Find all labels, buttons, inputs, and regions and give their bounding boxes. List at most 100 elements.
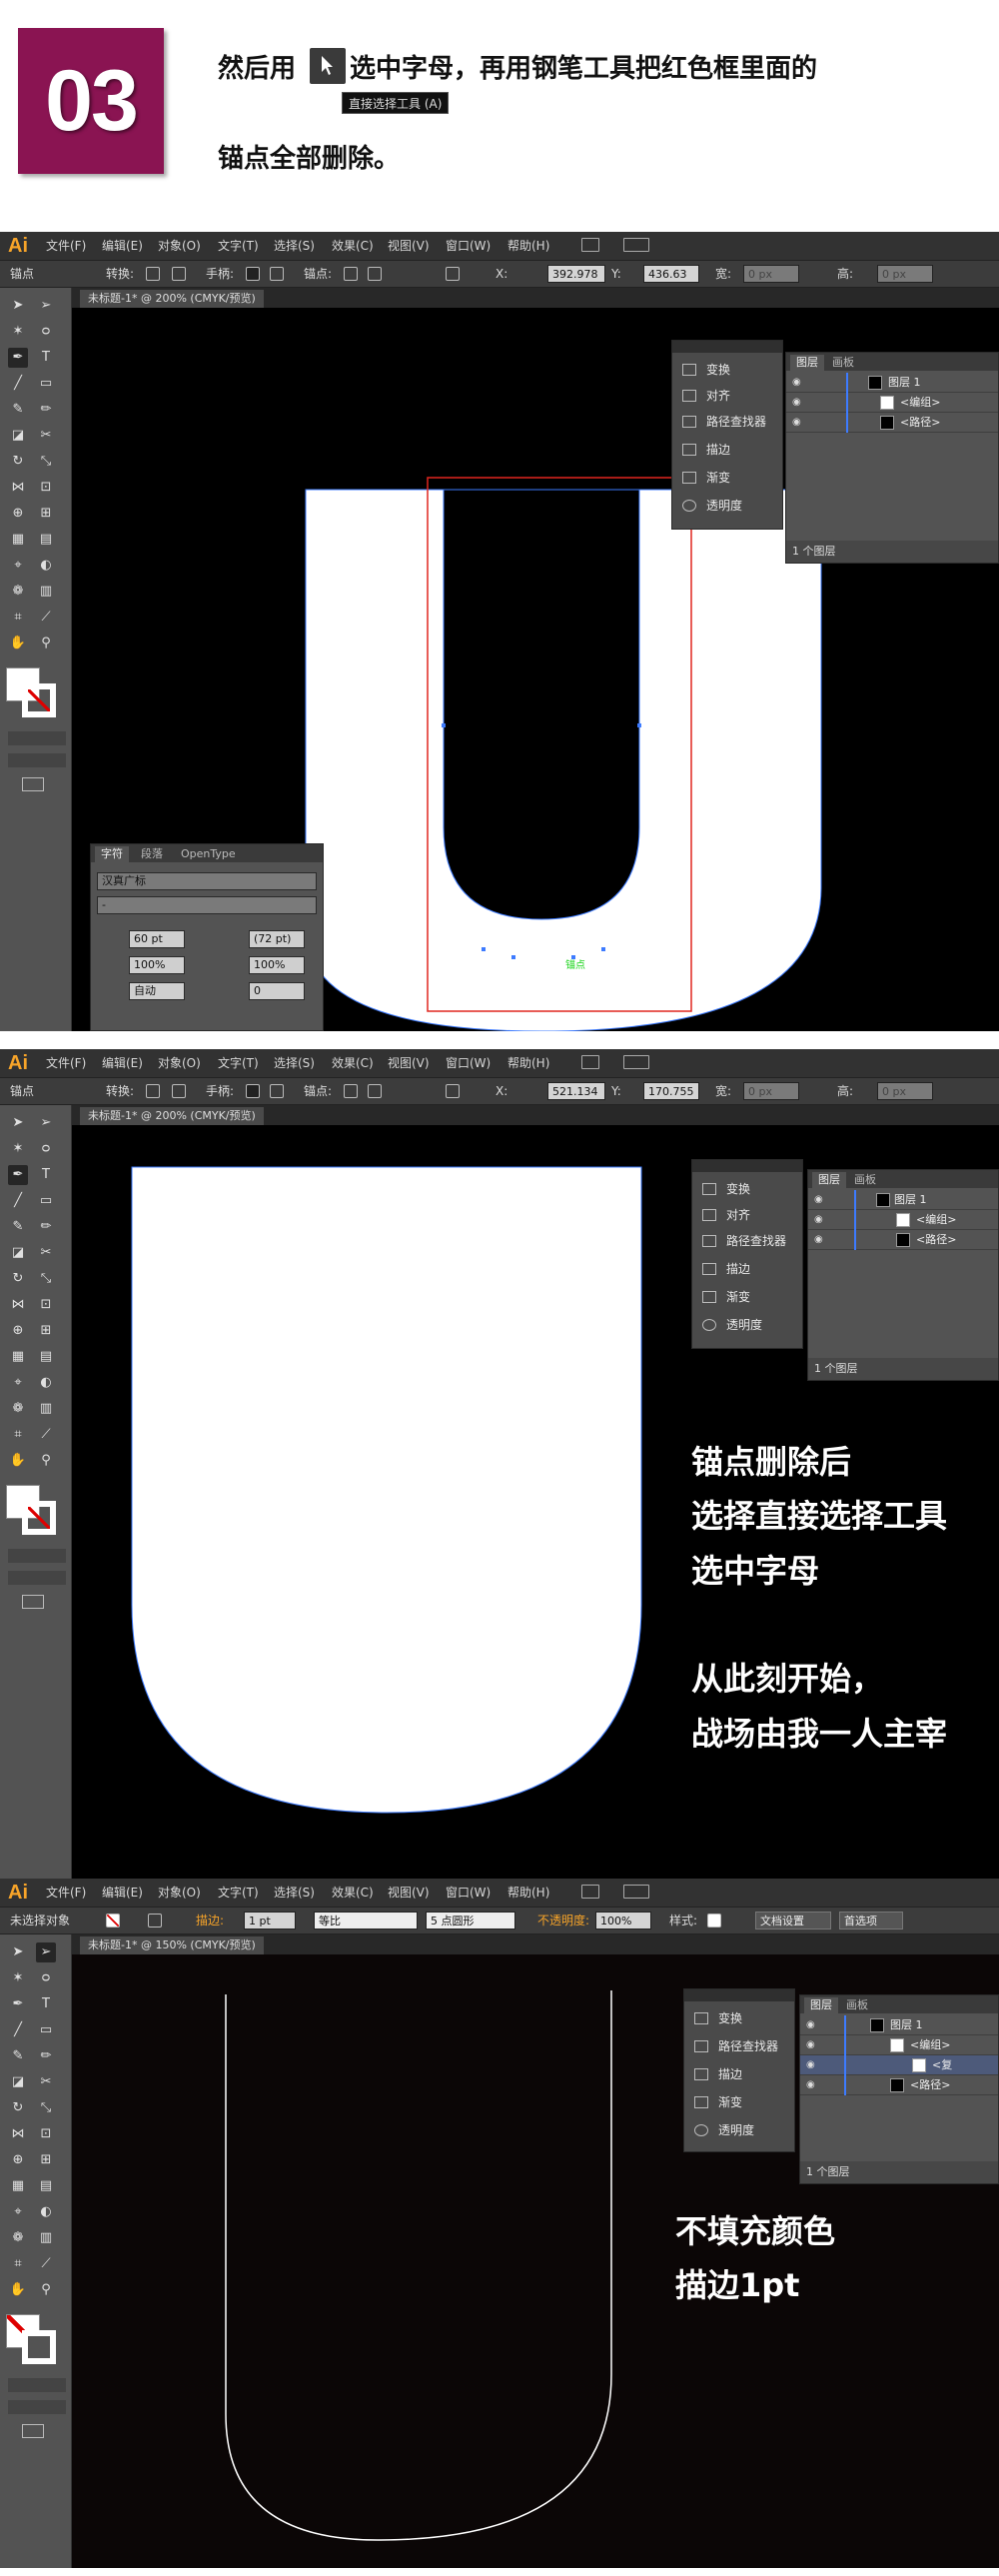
layer-row-sub-selected[interactable]: ◉ <复 xyxy=(800,2055,998,2075)
menu-view[interactable]: 视图(V) xyxy=(388,1049,430,1077)
eye-icon[interactable]: ◉ xyxy=(814,1194,826,1206)
eyedropper-icon[interactable]: ⌖ xyxy=(8,556,28,576)
hand-icon[interactable]: ✋ xyxy=(8,2280,28,2300)
tab-opentype[interactable]: OpenType xyxy=(175,846,242,862)
layer-row-1[interactable]: ◉ 图层 1 xyxy=(808,1190,998,1210)
lasso-icon[interactable]: ᴑ xyxy=(36,1139,56,1159)
draw-mode-icons[interactable] xyxy=(8,753,66,767)
menu-file[interactable]: 文件(F) xyxy=(46,1879,86,1907)
panel-pathfinder[interactable]: 路径查找器 xyxy=(684,2033,794,2059)
stroke-color-icon[interactable] xyxy=(148,1914,162,1928)
panel-transform[interactable]: 变换 xyxy=(692,1176,802,1202)
menu-file[interactable]: 文件(F) xyxy=(46,1049,86,1077)
y-field[interactable]: 170.755 xyxy=(643,1082,699,1100)
width-tool-icon[interactable]: ⋈ xyxy=(8,2124,28,2144)
layer-row-group[interactable]: ◉ <编组> xyxy=(808,1210,998,1230)
panel-transparency[interactable]: 透明度 xyxy=(692,1312,802,1338)
menu-object[interactable]: 对象(O) xyxy=(158,1049,201,1077)
panel-gradient[interactable]: 渐变 xyxy=(692,1284,802,1310)
paintbrush-icon[interactable]: ✎ xyxy=(8,1217,28,1237)
font-size-field[interactable]: 60 pt xyxy=(129,930,185,948)
h-field[interactable]: 0 px xyxy=(877,265,933,283)
menu-type[interactable]: 文字(T) xyxy=(218,1049,259,1077)
stroke-swatch[interactable] xyxy=(22,683,56,717)
panel-stroke[interactable]: 描边 xyxy=(692,1256,802,1282)
convert-smooth-icon[interactable] xyxy=(172,1084,186,1098)
eye-icon[interactable]: ◉ xyxy=(792,417,804,429)
draw-mode-icons[interactable] xyxy=(8,2400,66,2414)
screen-mode-icon[interactable] xyxy=(22,2424,44,2438)
menu-select[interactable]: 选择(S) xyxy=(274,1049,315,1077)
rectangle-tool-icon[interactable]: ▭ xyxy=(36,374,56,394)
zoom-icon[interactable]: ⚲ xyxy=(36,1451,56,1471)
document-tab[interactable]: 未标题-1* @ 200% (CMYK/预览) xyxy=(80,290,264,308)
rectangle-tool-icon[interactable]: ▭ xyxy=(36,1191,56,1211)
horizontal-scale-field[interactable]: 100% xyxy=(249,956,305,974)
opacity-label[interactable]: 不透明度: xyxy=(537,1908,589,1933)
menu-select[interactable]: 选择(S) xyxy=(274,232,315,260)
mesh-icon[interactable]: ▦ xyxy=(8,1347,28,1367)
fill-none-icon[interactable] xyxy=(106,1914,120,1928)
perspective-icon[interactable]: ⊞ xyxy=(36,2150,56,2170)
graph-icon[interactable]: ▥ xyxy=(36,2228,56,2248)
remove-anchor-icon[interactable] xyxy=(344,1084,358,1098)
menu-type[interactable]: 文字(T) xyxy=(218,1879,259,1907)
color-mode-icons[interactable] xyxy=(8,1549,66,1563)
gradient-icon[interactable]: ▤ xyxy=(36,1347,56,1367)
layer-row-1[interactable]: ◉ 图层 1 xyxy=(800,2015,998,2035)
symbol-sprayer-icon[interactable]: ❁ xyxy=(8,2228,28,2248)
panel-pathfinder[interactable]: 路径查找器 xyxy=(692,1228,802,1254)
scissors-icon[interactable]: ✂ xyxy=(36,426,56,446)
menu-edit[interactable]: 编辑(E) xyxy=(102,1879,143,1907)
w-field[interactable]: 0 px xyxy=(743,265,799,283)
menu-effect[interactable]: 效果(C) xyxy=(332,1879,374,1907)
menu-window[interactable]: 窗口(W) xyxy=(446,1879,491,1907)
color-mode-icons[interactable] xyxy=(8,2378,66,2392)
stroke-label[interactable]: 描边: xyxy=(196,1908,224,1933)
mesh-icon[interactable]: ▦ xyxy=(8,530,28,550)
pen-tool-icon[interactable]: ✒ xyxy=(8,1165,28,1185)
tab-layers[interactable]: 图层 xyxy=(812,1172,846,1188)
selection-tool-icon[interactable]: ➤ xyxy=(8,1113,28,1133)
artboard-icon[interactable]: ⌗ xyxy=(8,608,28,628)
rotate-icon[interactable]: ↻ xyxy=(8,1269,28,1289)
type-tool-icon[interactable]: T xyxy=(36,348,56,368)
perspective-icon[interactable]: ⊞ xyxy=(36,504,56,524)
document-setup-button[interactable]: 文档设置 xyxy=(755,1912,831,1930)
hide-handles-icon[interactable] xyxy=(270,267,284,281)
stroke-width-field[interactable]: 1 pt xyxy=(244,1912,296,1930)
scale-icon[interactable]: ⤡ xyxy=(36,2098,56,2118)
tab-layers[interactable]: 图层 xyxy=(790,355,824,371)
eyedropper-icon[interactable]: ⌖ xyxy=(8,1373,28,1393)
free-transform-icon[interactable]: ⊡ xyxy=(36,1295,56,1315)
screen-mode-icon[interactable] xyxy=(22,777,44,791)
panel-stroke[interactable]: 描边 xyxy=(684,2061,794,2087)
panel-transparency[interactable]: 透明度 xyxy=(672,493,782,519)
bridge-icon[interactable] xyxy=(581,238,599,252)
h-field[interactable]: 0 px xyxy=(877,1082,933,1100)
stroke-swatch[interactable] xyxy=(22,1501,56,1535)
direct-selection-tool-icon[interactable]: ➢ xyxy=(36,1113,56,1133)
document-tab[interactable]: 未标题-1* @ 150% (CMYK/预览) xyxy=(80,1936,264,1954)
layer-row-path[interactable]: ◉ <路径> xyxy=(786,413,998,433)
layer-row-1[interactable]: ◉ 图层 1 xyxy=(786,373,998,393)
rotate-icon[interactable]: ↻ xyxy=(8,452,28,472)
graph-icon[interactable]: ▥ xyxy=(36,1399,56,1419)
selection-tool-icon[interactable]: ➤ xyxy=(8,296,28,316)
magic-wand-icon[interactable]: ✶ xyxy=(8,1139,28,1159)
symbol-sprayer-icon[interactable]: ❁ xyxy=(8,582,28,602)
panel-transparency[interactable]: 透明度 xyxy=(684,2117,794,2143)
eyedropper-icon[interactable]: ⌖ xyxy=(8,2202,28,2222)
hand-icon[interactable]: ✋ xyxy=(8,1451,28,1471)
slice-icon[interactable]: ⟋ xyxy=(36,2254,56,2274)
menu-edit[interactable]: 编辑(E) xyxy=(102,232,143,260)
tab-artboards[interactable]: 画板 xyxy=(848,1172,882,1188)
rotate-icon[interactable]: ↻ xyxy=(8,2098,28,2118)
symbol-sprayer-icon[interactable]: ❁ xyxy=(8,1399,28,1419)
panel-stroke[interactable]: 描边 xyxy=(672,437,782,463)
panel-gradient[interactable]: 渐变 xyxy=(684,2089,794,2115)
eye-icon[interactable]: ◉ xyxy=(814,1214,826,1226)
blend-icon[interactable]: ◐ xyxy=(36,1373,56,1393)
menu-window[interactable]: 窗口(W) xyxy=(446,232,491,260)
menu-effect[interactable]: 效果(C) xyxy=(332,1049,374,1077)
